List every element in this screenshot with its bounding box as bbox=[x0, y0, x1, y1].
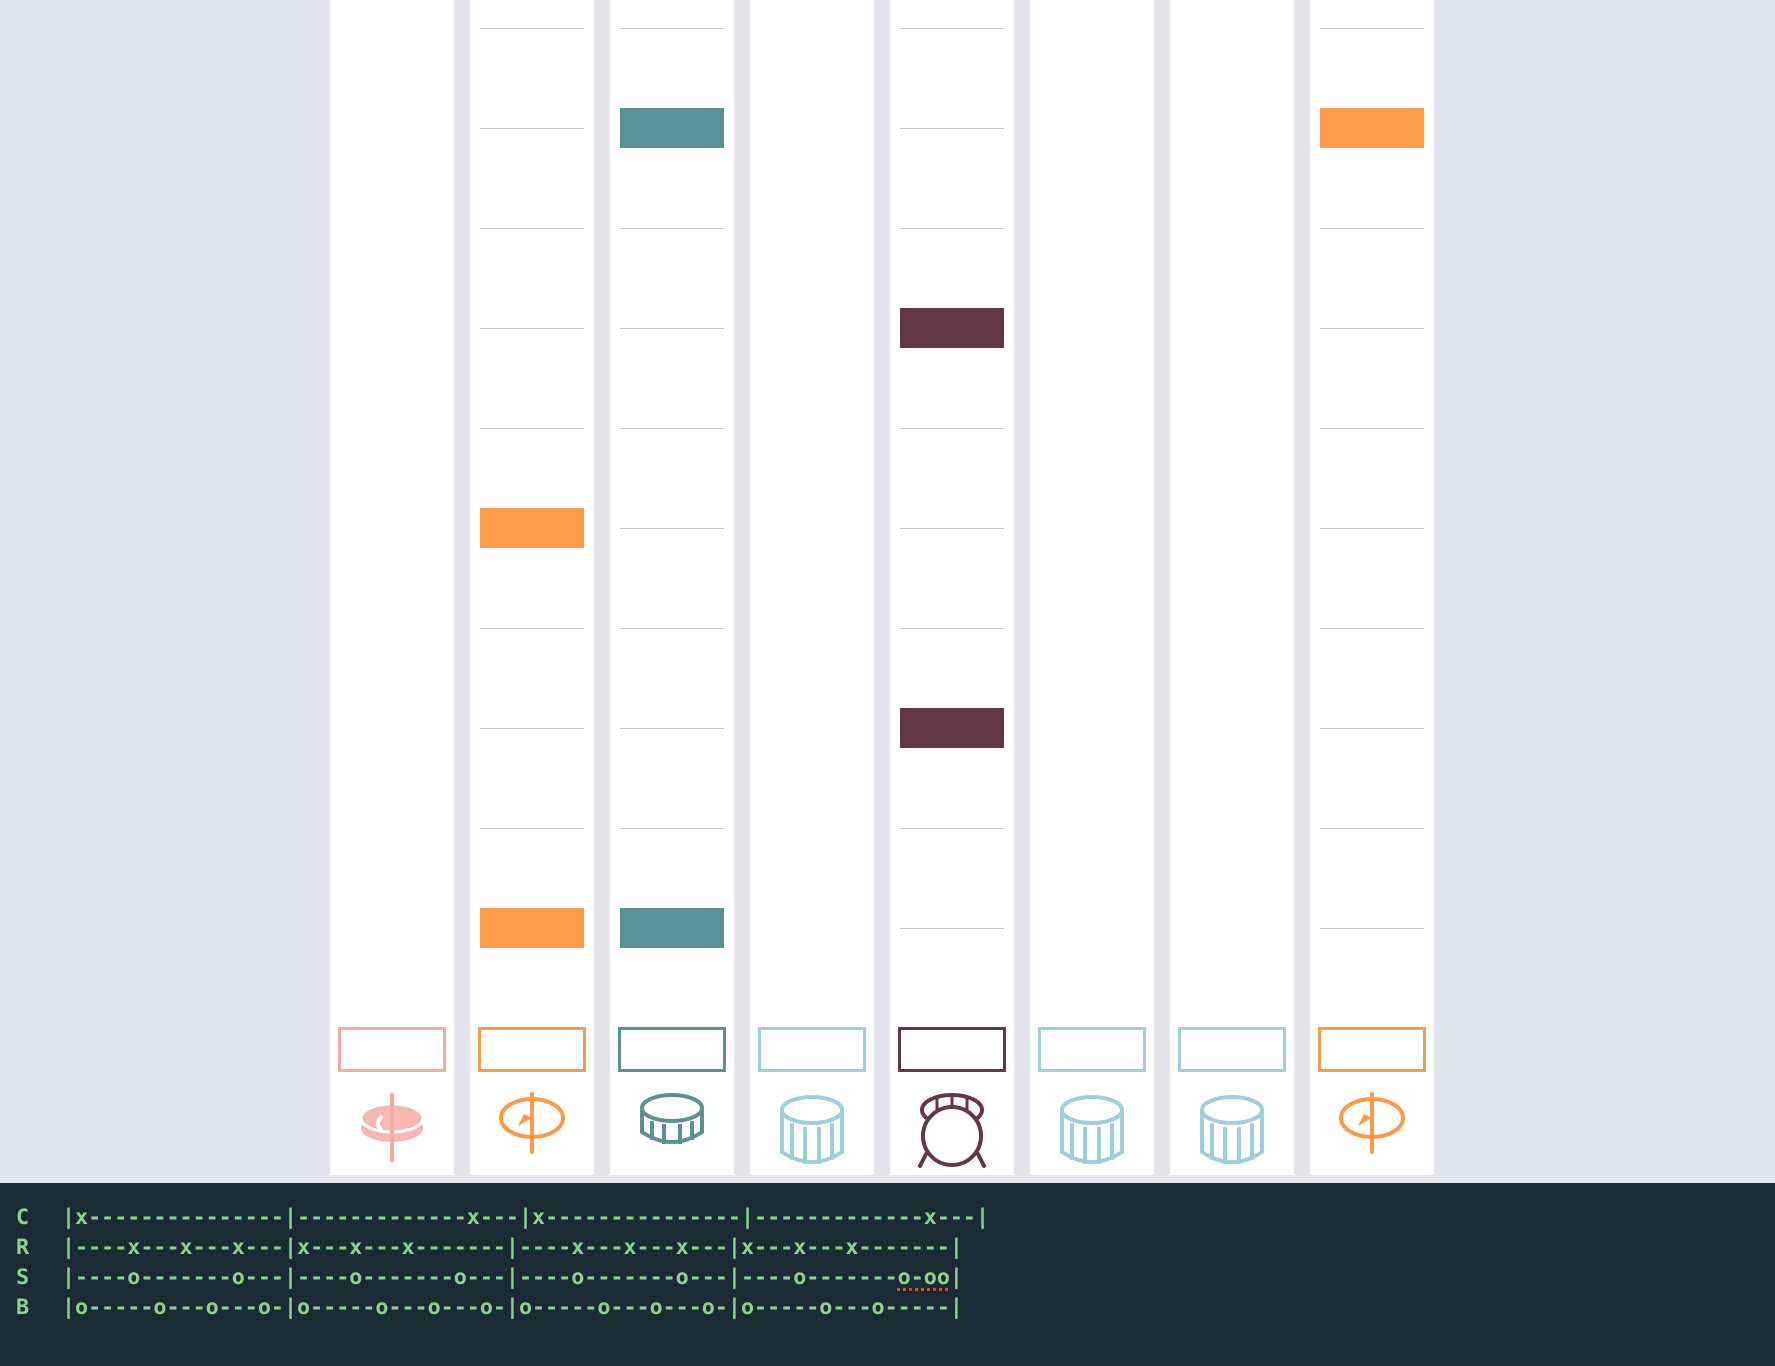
step-gridline bbox=[620, 228, 724, 229]
track-trigger-pad[interactable] bbox=[338, 1027, 446, 1072]
step-gridline bbox=[480, 828, 584, 829]
tab-row-bass: B |o-----o---o---o-|o-----o---o---o-|o---… bbox=[16, 1293, 989, 1323]
step-gridline bbox=[1320, 828, 1424, 829]
bass-drum-icon[interactable] bbox=[912, 1090, 992, 1170]
step-gridline bbox=[1320, 228, 1424, 229]
active-step-note[interactable] bbox=[900, 708, 1004, 748]
step-gridline bbox=[900, 828, 1004, 829]
drum-tab-panel: C |x---------------|-------------x---|x--… bbox=[0, 1183, 1775, 1366]
drum-tab-text[interactable]: C |x---------------|-------------x---|x--… bbox=[16, 1203, 989, 1323]
track-trigger-pad[interactable] bbox=[758, 1027, 866, 1072]
step-gridline bbox=[900, 128, 1004, 129]
step-gridline bbox=[620, 628, 724, 629]
step-gridline bbox=[1320, 428, 1424, 429]
track-trigger-pad[interactable] bbox=[618, 1027, 726, 1072]
step-gridline bbox=[480, 328, 584, 329]
step-gridline bbox=[620, 728, 724, 729]
tab-row-pattern: |----x---x---x---|x---x---x-------|----x… bbox=[62, 1235, 963, 1260]
step-gridline bbox=[900, 228, 1004, 229]
ride-cymbal-icon[interactable] bbox=[492, 1090, 572, 1170]
active-step-note[interactable] bbox=[480, 508, 584, 548]
tab-row-pattern: |x---------------|-------------x---|x---… bbox=[62, 1205, 990, 1230]
step-gridline bbox=[1320, 528, 1424, 529]
step-gridline bbox=[480, 228, 584, 229]
step-gridline bbox=[620, 828, 724, 829]
step-gridline bbox=[1320, 928, 1424, 929]
crash-cymbal-icon[interactable] bbox=[352, 1090, 432, 1170]
hihat-cymbal-icon[interactable] bbox=[1332, 1090, 1412, 1170]
track-trigger-pad[interactable] bbox=[478, 1027, 586, 1072]
step-gridline bbox=[1320, 628, 1424, 629]
tom-drum-icon[interactable] bbox=[1052, 1090, 1132, 1170]
snare-drum-icon[interactable] bbox=[632, 1090, 712, 1170]
sequencer-board bbox=[0, 0, 1775, 1183]
track-column-tom-1 bbox=[750, 0, 874, 1175]
tab-row-ride: R |----x---x---x---|x---x---x-------|----… bbox=[16, 1233, 989, 1263]
tab-row-pattern-end: | bbox=[949, 1265, 963, 1290]
tab-row-crash: C |x---------------|-------------x---|x--… bbox=[16, 1203, 989, 1233]
step-gridline bbox=[900, 628, 1004, 629]
active-step-note[interactable] bbox=[620, 108, 724, 148]
active-step-note[interactable] bbox=[480, 908, 584, 948]
step-gridline bbox=[900, 28, 1004, 29]
step-gridline bbox=[1320, 28, 1424, 29]
tab-row-label: R bbox=[16, 1235, 30, 1260]
track-column-snare-drum bbox=[610, 0, 734, 1175]
track-column-hihat bbox=[1310, 0, 1434, 1175]
tom-drum-icon[interactable] bbox=[772, 1090, 852, 1170]
step-gridline bbox=[620, 528, 724, 529]
track-trigger-pad[interactable] bbox=[898, 1027, 1006, 1072]
step-gridline bbox=[480, 428, 584, 429]
step-gridline bbox=[620, 428, 724, 429]
track-column-bass-drum bbox=[890, 0, 1014, 1175]
step-gridline bbox=[620, 328, 724, 329]
tab-row-label: C bbox=[16, 1205, 30, 1230]
step-gridline bbox=[480, 628, 584, 629]
tab-row-label: S bbox=[16, 1265, 30, 1290]
step-gridline bbox=[1320, 728, 1424, 729]
active-step-note[interactable] bbox=[1320, 108, 1424, 148]
step-gridline bbox=[480, 128, 584, 129]
step-gridline bbox=[480, 28, 584, 29]
tab-row-pattern: |----o-------o---|----o-------o---|----o… bbox=[62, 1265, 898, 1290]
step-gridline bbox=[620, 28, 724, 29]
track-column-ride-cymbal bbox=[470, 0, 594, 1175]
track-column-crash-cymbal bbox=[330, 0, 454, 1175]
tom-drum-icon[interactable] bbox=[1192, 1090, 1272, 1170]
track-trigger-pad[interactable] bbox=[1178, 1027, 1286, 1072]
track-trigger-pad[interactable] bbox=[1038, 1027, 1146, 1072]
active-step-note[interactable] bbox=[900, 308, 1004, 348]
track-column-tom-2 bbox=[1030, 0, 1154, 1175]
tab-row-label: B bbox=[16, 1295, 30, 1320]
step-gridline bbox=[900, 528, 1004, 529]
step-gridline bbox=[480, 728, 584, 729]
track-column-tom-3 bbox=[1170, 0, 1294, 1175]
active-step-note[interactable] bbox=[620, 908, 724, 948]
step-gridline bbox=[900, 928, 1004, 929]
step-gridline bbox=[900, 428, 1004, 429]
tab-error-highlight: o-oo bbox=[897, 1265, 950, 1290]
step-gridline bbox=[1320, 328, 1424, 329]
tab-row-snare: S |----o-------o---|----o-------o---|----… bbox=[16, 1263, 989, 1293]
tab-row-pattern: |o-----o---o---o-|o-----o---o---o-|o----… bbox=[62, 1295, 963, 1320]
track-trigger-pad[interactable] bbox=[1318, 1027, 1426, 1072]
